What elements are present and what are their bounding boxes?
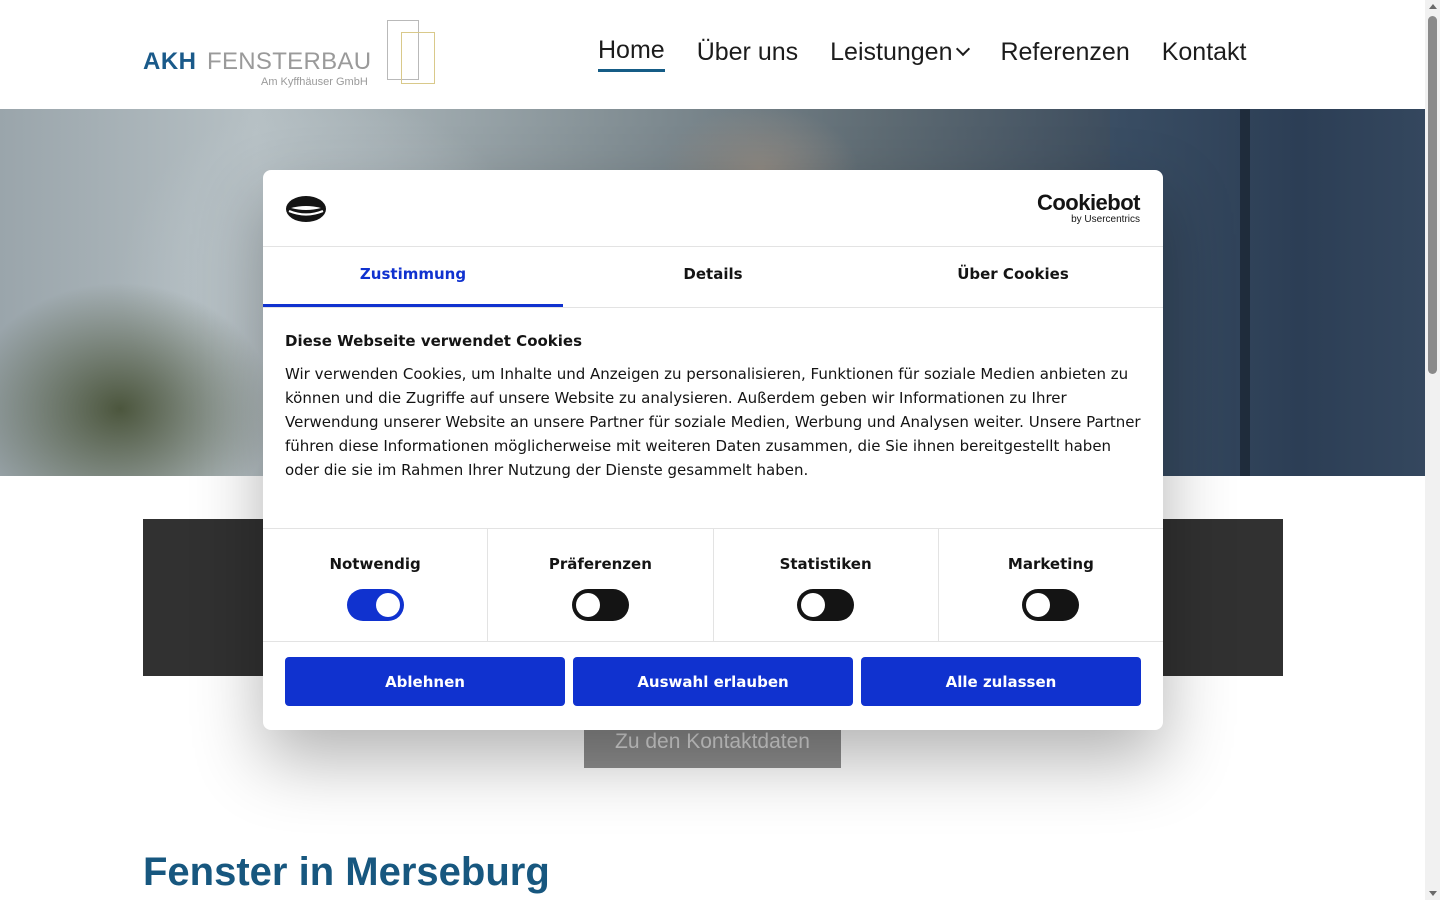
nav-referenzen[interactable]: Referenzen — [1000, 36, 1129, 72]
page-scrollbar[interactable] — [1425, 0, 1440, 900]
category-marketing: Marketing — [939, 529, 1163, 641]
preferences-toggle[interactable] — [571, 589, 629, 621]
nav-home-label: Home — [598, 36, 665, 64]
consent-body: Diese Webseite verwendet Cookies Wir ver… — [263, 308, 1163, 529]
statistics-toggle[interactable] — [797, 589, 855, 621]
chevron-down-icon — [956, 41, 971, 57]
category-preferences-label: Präferenzen — [548, 555, 652, 573]
logo-brand-light: FENSTERBAU — [207, 48, 372, 75]
nav-referenzen-label: Referenzen — [1000, 37, 1130, 66]
category-necessary-label: Notwendig — [329, 555, 421, 573]
decline-button[interactable]: Ablehnen — [285, 657, 565, 706]
dialog-header: Cookiebot by Usercentrics — [263, 170, 1163, 247]
company-logo[interactable]: AKH FENSTERBAU Am Kyffhäuser GmbH — [143, 18, 443, 92]
logo-brand-bold: AKH — [143, 48, 197, 75]
necessary-toggle[interactable] — [346, 589, 404, 621]
cookie-consent-dialog: Cookiebot by Usercentrics Zustimmung Det… — [263, 170, 1163, 730]
page-title: Fenster in Merseburg — [143, 850, 550, 894]
consent-title: Diese Webseite verwendet Cookies — [285, 332, 583, 350]
site-header: AKH FENSTERBAU Am Kyffhäuser GmbH Home Ü… — [0, 0, 1425, 109]
category-preferences: Präferenzen — [488, 529, 714, 641]
scrollbar-thumb[interactable] — [1428, 16, 1437, 374]
category-statistics-label: Statistiken — [779, 555, 872, 573]
category-marketing-label: Marketing — [1007, 555, 1094, 573]
nav-ueber-uns[interactable]: Über uns — [697, 36, 798, 72]
marketing-toggle[interactable] — [1022, 589, 1080, 621]
nav-ueber-uns-label: Über uns — [696, 37, 799, 66]
category-necessary: Notwendig — [263, 529, 489, 641]
hero-frame-stripe — [1240, 109, 1250, 476]
cookie-icon — [286, 196, 326, 222]
cookiebot-name: Cookiebot — [1036, 190, 1141, 215]
consent-categories: Notwendig Präferenzen Statistiken Market… — [263, 529, 1163, 642]
nav-leistungen-label: Leistungen — [830, 37, 953, 66]
tab-ueber-cookies[interactable]: Über Cookies — [863, 247, 1163, 307]
logo-frame-gold — [401, 32, 435, 84]
cookiebot-logo: Cookiebot by Usercentrics — [1036, 190, 1141, 225]
logo-tagline: Am Kyffhäuser GmbH — [261, 76, 368, 88]
tab-details[interactable]: Details — [563, 247, 863, 307]
consent-text: Wir verwenden Cookies, um Inhalte und An… — [285, 365, 1141, 479]
scroll-down-arrow-icon[interactable] — [1429, 891, 1437, 896]
allow-selection-button[interactable]: Auswahl erlauben — [573, 657, 853, 706]
nav-kontakt[interactable]: Kontakt — [1162, 36, 1247, 72]
allow-all-button[interactable]: Alle zulassen — [861, 657, 1141, 706]
main-nav: Home Über uns Leistungen Referenzen Kont… — [598, 36, 1247, 72]
category-statistics: Statistiken — [714, 529, 939, 641]
nav-kontakt-label: Kontakt — [1161, 37, 1247, 66]
tab-zustimmung[interactable]: Zustimmung — [263, 247, 563, 307]
nav-home[interactable]: Home — [598, 36, 665, 72]
dialog-tabs: Zustimmung Details Über Cookies — [263, 247, 1163, 308]
consent-actions: Ablehnen Auswahl erlauben Alle zulassen — [263, 642, 1163, 706]
nav-leistungen[interactable]: Leistungen — [830, 36, 971, 72]
scroll-up-arrow-icon[interactable] — [1429, 4, 1437, 9]
cookiebot-subtitle: by Usercentrics — [1071, 214, 1140, 225]
